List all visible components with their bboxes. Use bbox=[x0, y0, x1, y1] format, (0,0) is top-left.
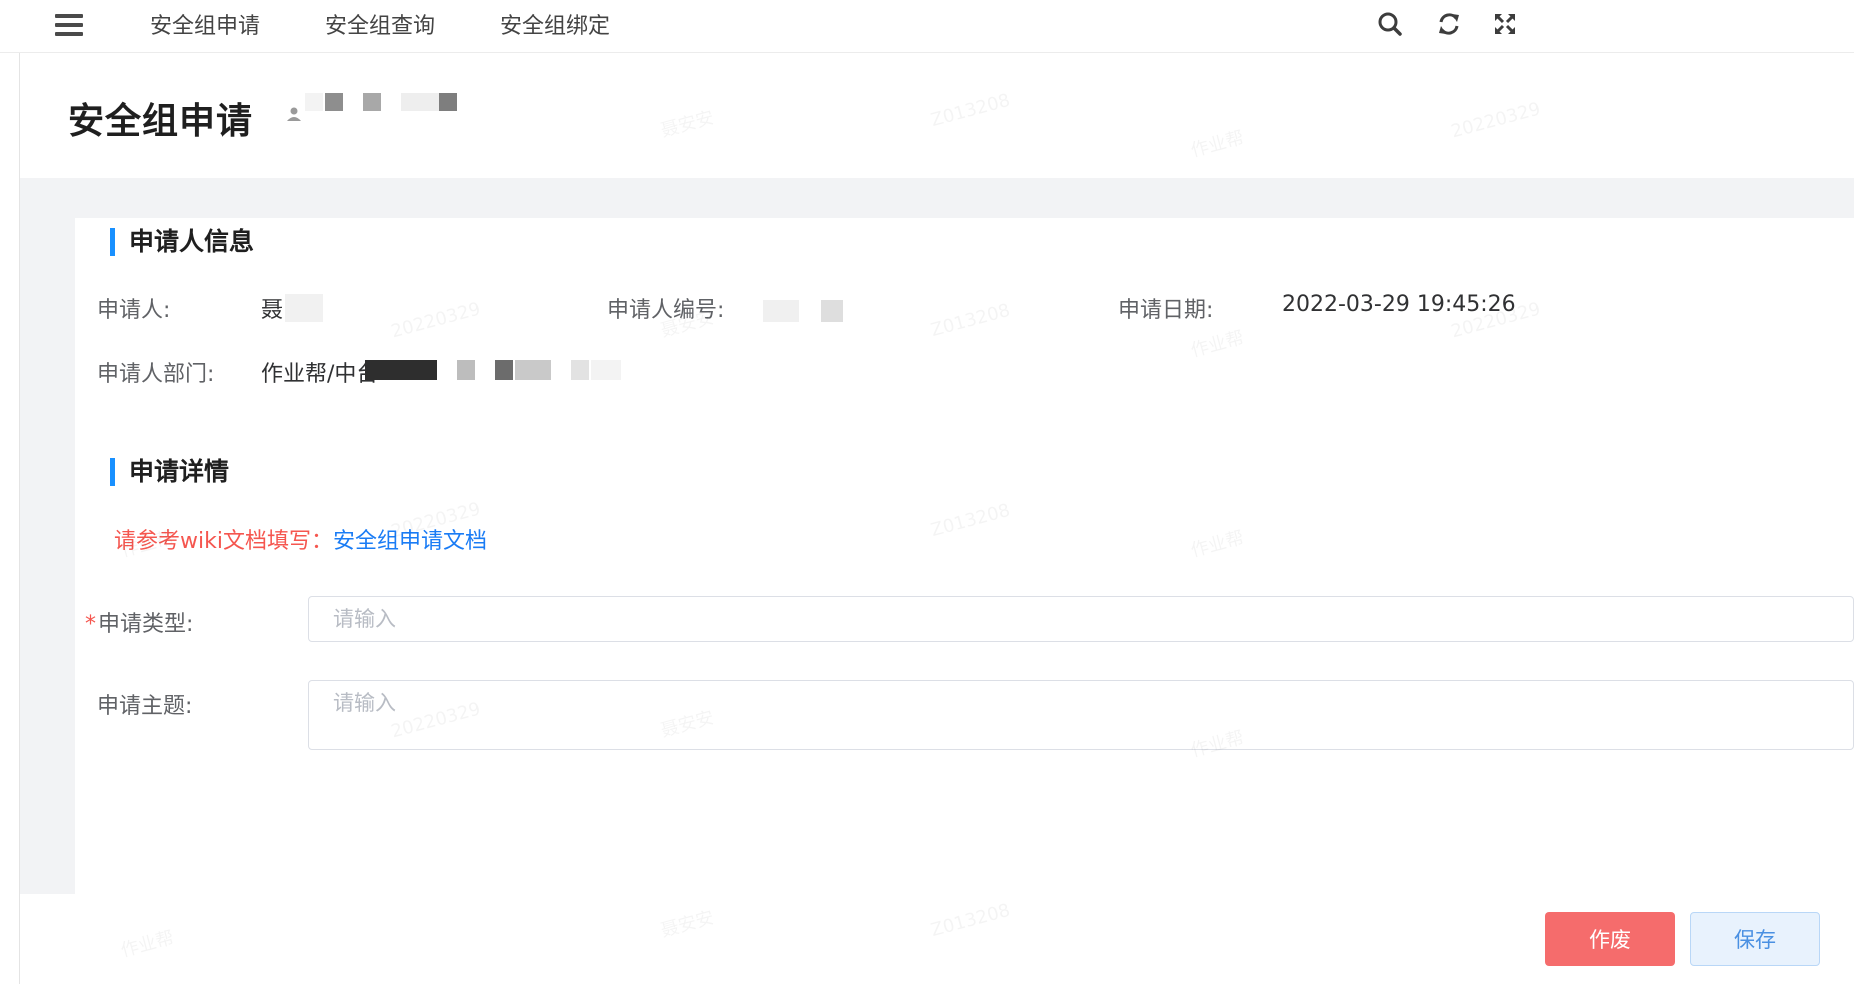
section-title-detail: 申请详情 bbox=[110, 458, 229, 486]
search-icon[interactable] bbox=[1372, 6, 1408, 42]
apply-date-value: 2022-03-29 19:45:26 bbox=[1282, 292, 1516, 317]
page-header: 安全组申请 bbox=[20, 54, 1854, 178]
user-icon bbox=[286, 106, 302, 126]
section-title-applicant: 申请人信息 bbox=[110, 228, 254, 256]
fullscreen-icon[interactable] bbox=[1487, 6, 1523, 42]
required-mark: * bbox=[85, 612, 96, 637]
department-label: 申请人部门: bbox=[97, 362, 215, 387]
apply-type-label: *申请类型: bbox=[85, 612, 194, 637]
nav-link-query[interactable]: 安全组查询 bbox=[325, 0, 435, 53]
applicant-value: 聂 bbox=[261, 298, 284, 323]
void-button[interactable]: 作废 bbox=[1545, 912, 1675, 966]
apply-subject-textarea[interactable]: 请输入 bbox=[308, 680, 1854, 750]
page-title: 安全组申请 bbox=[68, 101, 254, 142]
apply-type-input[interactable]: 请输入 bbox=[308, 596, 1854, 642]
redacted-department bbox=[365, 360, 635, 380]
redacted-owner bbox=[305, 91, 465, 113]
menu-icon[interactable] bbox=[55, 14, 83, 36]
top-nav: 安全组申请 安全组查询 安全组绑定 bbox=[0, 0, 1854, 53]
nav-links: 安全组申请 安全组查询 安全组绑定 bbox=[150, 0, 675, 53]
save-button[interactable]: 保存 bbox=[1690, 912, 1820, 966]
redacted-applicant-id bbox=[763, 300, 863, 322]
refresh-icon[interactable] bbox=[1431, 6, 1467, 42]
apply-type-placeholder: 请输入 bbox=[333, 607, 396, 631]
nav-link-bind[interactable]: 安全组绑定 bbox=[500, 0, 610, 53]
apply-subject-placeholder: 请输入 bbox=[333, 691, 396, 715]
wiki-hint: 请参考wiki文档填写：安全组申请文档 bbox=[114, 523, 487, 555]
applicant-label: 申请人: bbox=[97, 298, 171, 323]
apply-date-label: 申请日期: bbox=[1118, 298, 1214, 323]
redacted-applicant-name bbox=[285, 294, 323, 322]
department-value: 作业帮/中台 bbox=[261, 362, 379, 387]
form-card: 申请人信息 申请人: 聂 申请人编号: 申请日期: 2022-03-29 19:… bbox=[75, 218, 1854, 894]
nav-link-apply[interactable]: 安全组申请 bbox=[150, 0, 260, 53]
wiki-doc-link[interactable]: 安全组申请文档 bbox=[333, 529, 487, 554]
wiki-hint-text: 请参考wiki文档填写： bbox=[114, 529, 333, 554]
footer-bar: 作废 保存 bbox=[20, 894, 1854, 984]
apply-subject-label: 申请主题: bbox=[97, 694, 193, 719]
applicant-id-label: 申请人编号: bbox=[607, 298, 725, 323]
